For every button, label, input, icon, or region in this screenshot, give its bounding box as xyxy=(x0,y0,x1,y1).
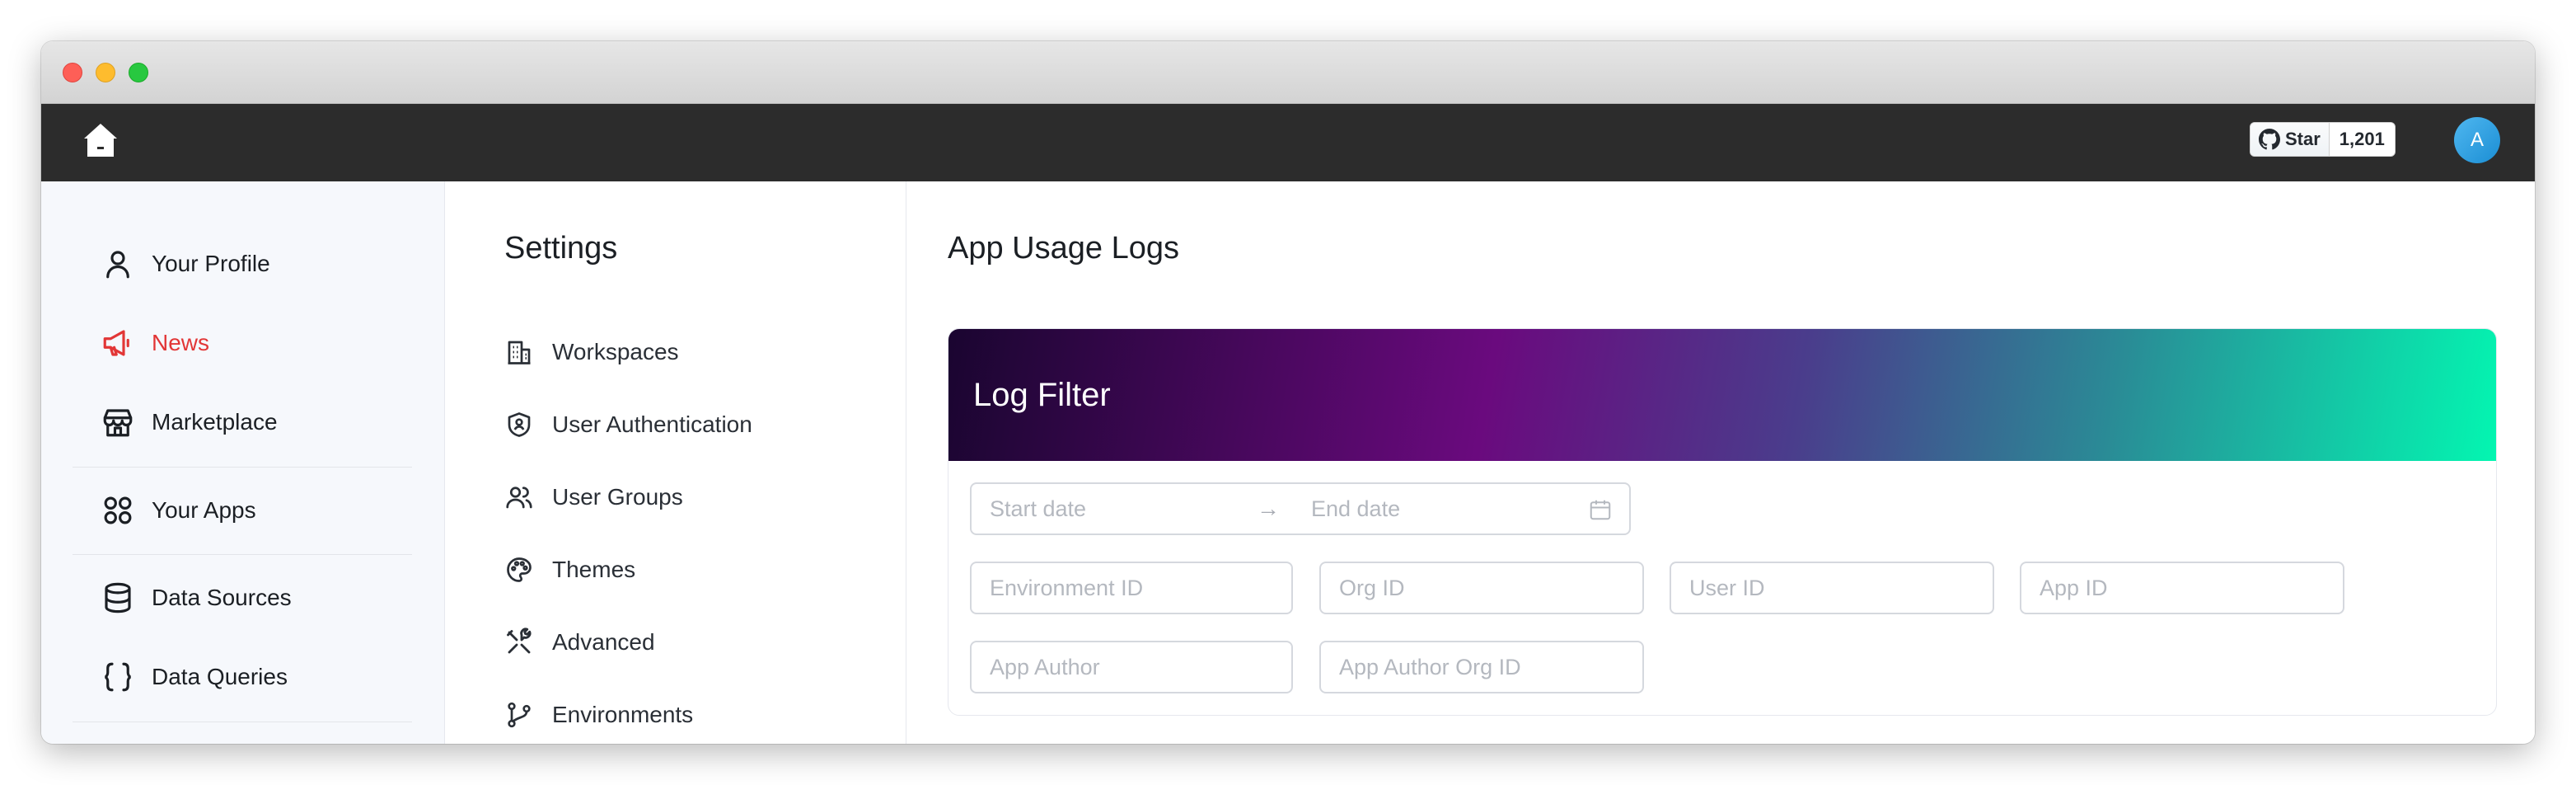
user-icon xyxy=(106,251,129,279)
close-window-button[interactable] xyxy=(63,63,82,82)
settings-item-label: Environments xyxy=(552,702,694,727)
settings-item-user-authentication[interactable]: User Authentication xyxy=(504,404,752,445)
sidebar-divider xyxy=(73,554,412,555)
github-star-button[interactable]: Star xyxy=(2250,123,2330,156)
org-id-input[interactable] xyxy=(1321,563,1642,613)
sidebar-item-label: Data Queries xyxy=(152,664,288,689)
maximize-window-button[interactable] xyxy=(129,63,148,82)
main-content: App Usage Logs Log Filter → xyxy=(906,181,2535,744)
sidebar-item-label: Data Sources xyxy=(152,585,292,610)
environment-id-input[interactable] xyxy=(972,563,1291,613)
tools-icon xyxy=(507,628,532,654)
braces-icon xyxy=(104,662,132,692)
github-star-label: Star xyxy=(2285,129,2321,149)
app-author-input[interactable] xyxy=(972,642,1291,692)
sidebar-item-your-profile[interactable]: Your Profile xyxy=(101,239,397,289)
settings-item-label: Workspaces xyxy=(552,339,679,364)
app-id-field[interactable] xyxy=(2020,562,2344,614)
sidebar-item-data-queries[interactable]: Data Queries xyxy=(101,652,397,702)
settings-title: Settings xyxy=(504,231,618,266)
settings-item-advanced[interactable]: Advanced xyxy=(504,622,655,663)
user-id-input[interactable] xyxy=(1671,563,1993,613)
arrow-right-icon: → xyxy=(1257,496,1280,521)
end-date-input[interactable] xyxy=(1293,484,1565,534)
settings-item-label: Themes xyxy=(552,557,636,582)
users-icon xyxy=(506,487,532,509)
sidebar-item-label: Your Apps xyxy=(152,497,256,523)
palette-icon xyxy=(507,557,532,582)
environment-id-field[interactable] xyxy=(970,562,1293,614)
app-window: Star 1,201 A Your Profile News Marketpla… xyxy=(41,41,2535,744)
log-filter-header: Log Filter xyxy=(948,329,2496,461)
github-icon xyxy=(2259,129,2280,150)
window-titlebar xyxy=(41,41,2535,104)
app-author-field[interactable] xyxy=(970,641,1293,693)
sidebar-item-news[interactable]: News xyxy=(101,318,397,368)
megaphone-icon xyxy=(103,330,129,356)
sidebar-item-marketplace[interactable]: Marketplace xyxy=(101,397,397,447)
log-filter-card: Log Filter → xyxy=(948,328,2497,716)
github-star-widget[interactable]: Star 1,201 xyxy=(2250,122,2396,157)
settings-item-workspaces[interactable]: Workspaces xyxy=(504,331,679,373)
settings-item-user-groups[interactable]: User Groups xyxy=(504,477,683,518)
sidebar-item-label: Your Profile xyxy=(152,251,270,276)
app-author-org-id-field[interactable] xyxy=(1319,641,1644,693)
database-icon xyxy=(105,582,131,613)
page-title: App Usage Logs xyxy=(948,231,1179,266)
sidebar-item-data-sources[interactable]: Data Sources xyxy=(101,573,397,623)
user-id-field[interactable] xyxy=(1670,562,1994,614)
log-filter-title: Log Filter xyxy=(973,377,1111,413)
top-navbar: Star 1,201 A xyxy=(41,104,2535,181)
date-range-picker[interactable]: → xyxy=(970,482,1631,535)
github-star-count[interactable]: 1,201 xyxy=(2329,123,2395,156)
sidebar-item-label: News xyxy=(152,330,210,355)
building-icon xyxy=(508,341,531,364)
sidebar-divider xyxy=(73,467,412,468)
settings-panel: Settings Workspaces User Authentication … xyxy=(445,181,906,744)
sidebar: Your Profile News Marketplace Your Apps xyxy=(41,181,445,744)
app-id-input[interactable] xyxy=(2021,563,2343,613)
settings-item-label: User Groups xyxy=(552,484,683,510)
sidebar-item-your-apps[interactable]: Your Apps xyxy=(101,486,397,535)
apps-grid-icon xyxy=(104,496,132,524)
settings-item-label: User Authentication xyxy=(552,411,752,437)
minimize-window-button[interactable] xyxy=(96,63,115,82)
git-branch-icon xyxy=(508,702,531,728)
app-author-org-id-input[interactable] xyxy=(1321,642,1642,692)
home-icon[interactable] xyxy=(81,120,120,160)
sidebar-item-label: Marketplace xyxy=(152,409,278,435)
avatar[interactable]: A xyxy=(2454,117,2500,163)
org-id-field[interactable] xyxy=(1319,562,1644,614)
calendar-icon[interactable] xyxy=(1588,497,1613,522)
store-icon xyxy=(103,409,133,437)
start-date-input[interactable] xyxy=(972,484,1244,534)
settings-item-label: Advanced xyxy=(552,629,655,655)
settings-item-environments[interactable]: Environments xyxy=(504,694,693,736)
settings-item-themes[interactable]: Themes xyxy=(504,549,635,590)
shield-user-icon xyxy=(508,412,531,437)
